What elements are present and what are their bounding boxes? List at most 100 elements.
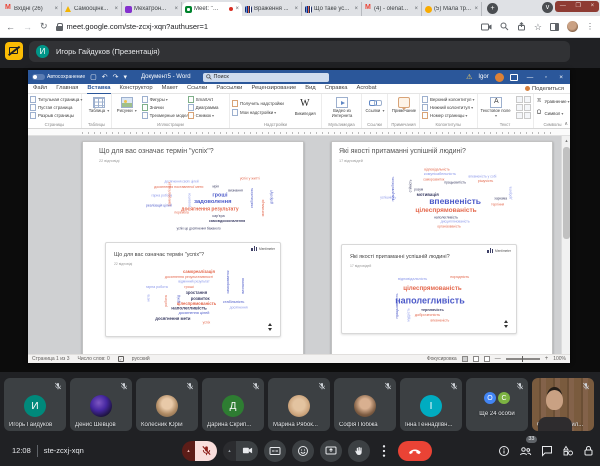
browser-tab[interactable]: (4) - olenat... × [362, 2, 422, 16]
smartart-button[interactable]: SmartArt [188, 96, 227, 103]
word-restore-button[interactable] [542, 73, 550, 81]
participant-tile[interactable]: Денис Шевцов [70, 378, 132, 431]
participant-tile[interactable]: Д Дарина Скрип... [202, 378, 264, 431]
zoom-out-button[interactable]: — [495, 356, 501, 362]
browser-tab[interactable]: Що таке ус... × [302, 2, 362, 16]
zoom-slider[interactable] [506, 358, 540, 360]
equation-button[interactable]: πУравнение▾ [536, 98, 570, 104]
page-indicator[interactable]: Страница 1 из 3 [32, 356, 69, 362]
tab-close-icon[interactable]: × [294, 6, 298, 12]
browser-tab[interactable]: Враження ... × [242, 2, 302, 16]
word-minimize-button[interactable]: — [524, 74, 537, 81]
forward-button[interactable]: → [23, 22, 32, 32]
page-break-button[interactable]: Разрыв страницы [30, 112, 79, 119]
bookmark-star-icon[interactable]: ☆ [534, 22, 542, 32]
symbol-button[interactable]: ΩСимвол▾ [536, 110, 570, 116]
spellcheck-icon[interactable]: ✓ [118, 356, 124, 362]
meeting-details-button[interactable] [498, 445, 510, 457]
back-button[interactable]: ← [6, 22, 15, 32]
ribbon-display-icon[interactable] [510, 74, 518, 81]
object-button[interactable] [516, 112, 523, 119]
raise-hand-button[interactable] [348, 440, 370, 462]
scrollbar-thumb[interactable] [563, 147, 570, 239]
print-layout-icon[interactable] [473, 356, 479, 362]
document-canvas[interactable]: Що для вас означає термін "успіх"? 22 ві… [28, 136, 570, 354]
footer-button[interactable]: Нижний колонтитул▾ [422, 104, 475, 111]
redo-icon[interactable]: ↷ [113, 73, 119, 81]
word-count[interactable]: Число слов: 0 [77, 356, 109, 362]
wikipedia-button[interactable]: Википедия [291, 99, 319, 117]
tab-close-icon[interactable]: × [235, 6, 239, 12]
more-options-button[interactable] [376, 440, 392, 462]
warning-icon[interactable]: ⚠ [466, 73, 472, 81]
account-avatar[interactable] [495, 73, 504, 82]
chat-button[interactable] [541, 445, 553, 457]
read-mode-icon[interactable] [462, 356, 468, 362]
datetime-button[interactable] [524, 104, 531, 111]
links-button[interactable]: Ссылки ▾ [364, 96, 386, 114]
focus-mode-button[interactable]: Фокусировка [427, 356, 457, 362]
share-button[interactable]: Поделиться [525, 86, 564, 92]
language-selector[interactable]: русский [132, 356, 150, 362]
url-text[interactable]: meet.google.com/ste-zcxj-xqn?authuser=1 [67, 22, 209, 31]
participants-button[interactable]: 33 [519, 445, 532, 457]
3d-models-button[interactable]: Трехмерные модели▾ [142, 112, 186, 119]
presenter-banner[interactable]: И Игорь Гайдуков (Презентація) [29, 41, 570, 62]
tab-close-icon[interactable]: × [354, 6, 358, 12]
profile-avatar[interactable] [567, 21, 578, 32]
url-bar[interactable]: meet.google.com/ste-zcxj-xqn?authuser=1 [56, 20, 416, 34]
ribbon-tab[interactable]: Рецензирование [251, 84, 296, 94]
save-icon[interactable]: ▢ [90, 73, 97, 81]
dropcap-button[interactable] [524, 96, 531, 103]
presenting-indicator-icon[interactable] [5, 42, 23, 60]
participant-tile[interactable]: Софія Побіжа [334, 378, 396, 431]
ribbon-tab[interactable]: Файл [33, 84, 47, 94]
window-maximize-button[interactable]: ❐ [576, 1, 581, 12]
icons-button[interactable]: Значки [142, 104, 186, 111]
tab-close-icon[interactable]: × [114, 6, 118, 12]
chart-button[interactable]: Диаграмма [188, 104, 227, 111]
ribbon-tab[interactable]: Главная [56, 84, 78, 94]
quickparts-button[interactable] [524, 112, 531, 119]
text-box-button[interactable]: Текстовое поле ▾ [480, 96, 512, 119]
browser-tab[interactable]: Самооцінк... × [62, 2, 122, 16]
word-close-button[interactable]: × [556, 74, 566, 81]
autosave-toggle[interactable]: Автосохранение [32, 74, 85, 80]
expand-icon[interactable] [267, 323, 273, 331]
ribbon-tab[interactable]: Конструктор [120, 84, 153, 94]
tab-search-button[interactable]: v [542, 2, 553, 13]
browser-tab[interactable]: Вхідні (26) × [2, 2, 62, 16]
ribbon-tab[interactable]: Рассылки [216, 84, 242, 94]
participant-tile[interactable]: Колесник Юрій [136, 378, 198, 431]
end-call-button[interactable] [398, 441, 432, 461]
activities-button[interactable] [562, 445, 574, 457]
participant-tile[interactable]: И Игорь Гайдуков [4, 378, 66, 431]
present-button[interactable] [320, 440, 342, 462]
browser-tab[interactable]: Meet: "… × [182, 2, 242, 16]
word-search-box[interactable]: Поиск [203, 73, 329, 82]
pictures-button[interactable]: Рисунки ▾ [114, 96, 140, 119]
tab-capture-icon[interactable] [481, 23, 492, 31]
host-controls-button[interactable] [583, 445, 594, 457]
mic-button-muted[interactable]: ▲ [182, 441, 217, 461]
participant-tile[interactable]: Марина Рябок... [268, 378, 330, 431]
camera-button[interactable]: ▲ [223, 441, 258, 461]
shapes-button[interactable]: Фигуры▾ [142, 96, 186, 103]
vertical-scrollbar[interactable]: ▲ [561, 136, 570, 354]
signature-button[interactable] [516, 104, 523, 111]
new-tab-button[interactable]: + [487, 3, 498, 14]
get-addins-button[interactable]: Получить надстройки [232, 100, 289, 107]
table-button[interactable]: Таблица ▾ [84, 96, 114, 114]
zoom-slider-knob[interactable] [522, 356, 524, 362]
expand-icon[interactable] [503, 320, 509, 328]
ribbon-tab[interactable]: Справка [325, 84, 348, 94]
account-name[interactable]: Igor [478, 74, 488, 80]
participant-tile[interactable]: І Інна Геннадіївн... [400, 378, 462, 431]
comment-button[interactable]: Примечание [390, 96, 418, 114]
quick-access-caret-icon[interactable]: ▾ [124, 73, 128, 81]
tab-close-icon[interactable]: × [54, 6, 58, 12]
captions-button[interactable] [264, 440, 286, 462]
participant-tile[interactable]: О С Ще 24 особи [466, 378, 528, 431]
window-close-button[interactable]: × [591, 1, 595, 12]
ribbon-tab[interactable]: Acrobat [356, 84, 376, 94]
